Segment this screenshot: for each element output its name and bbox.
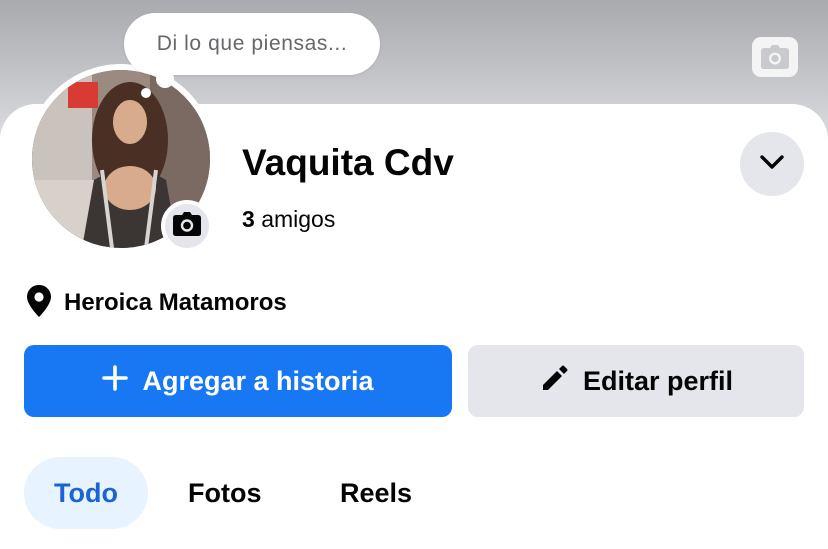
status-bubble[interactable]: Di lo que piensas... bbox=[124, 13, 380, 75]
tab-reels[interactable]: Reels bbox=[340, 457, 412, 529]
plus-icon bbox=[102, 364, 129, 398]
bubble-tail-dot bbox=[141, 88, 151, 98]
edit-profile-label: Editar perfil bbox=[582, 365, 734, 396]
tab-label: Fotos bbox=[188, 477, 262, 508]
friends-number: 3 bbox=[242, 206, 255, 232]
tab-label: Reels bbox=[340, 477, 413, 508]
tab-label: Todo bbox=[54, 477, 118, 508]
tab-fotos[interactable]: Fotos bbox=[188, 457, 262, 529]
more-options-button[interactable] bbox=[740, 132, 804, 196]
cover-camera-button[interactable] bbox=[752, 37, 798, 77]
location-pin-icon bbox=[26, 284, 52, 322]
friends-label: amigos bbox=[261, 206, 336, 232]
camera-icon bbox=[173, 211, 201, 241]
location-text: Heroica Matamoros bbox=[64, 289, 287, 316]
status-bubble-text: Di lo que piensas... bbox=[156, 32, 348, 55]
location-row: Heroica Matamoros bbox=[26, 284, 287, 322]
chevron-down-icon bbox=[759, 154, 785, 175]
avatar-camera-button[interactable] bbox=[161, 200, 213, 252]
camera-icon bbox=[761, 45, 789, 69]
add-story-label: Agregar a historia bbox=[142, 365, 374, 396]
friends-count[interactable]: 3 amigos bbox=[242, 206, 335, 233]
tab-todo[interactable]: Todo bbox=[24, 457, 148, 529]
profile-name: Vaquita Cdv bbox=[242, 142, 454, 183]
add-story-button[interactable]: Agregar a historia bbox=[24, 345, 452, 417]
bubble-tail-dot bbox=[156, 70, 174, 88]
edit-profile-button[interactable]: Editar perfil bbox=[468, 345, 804, 417]
pencil-icon bbox=[539, 363, 569, 400]
